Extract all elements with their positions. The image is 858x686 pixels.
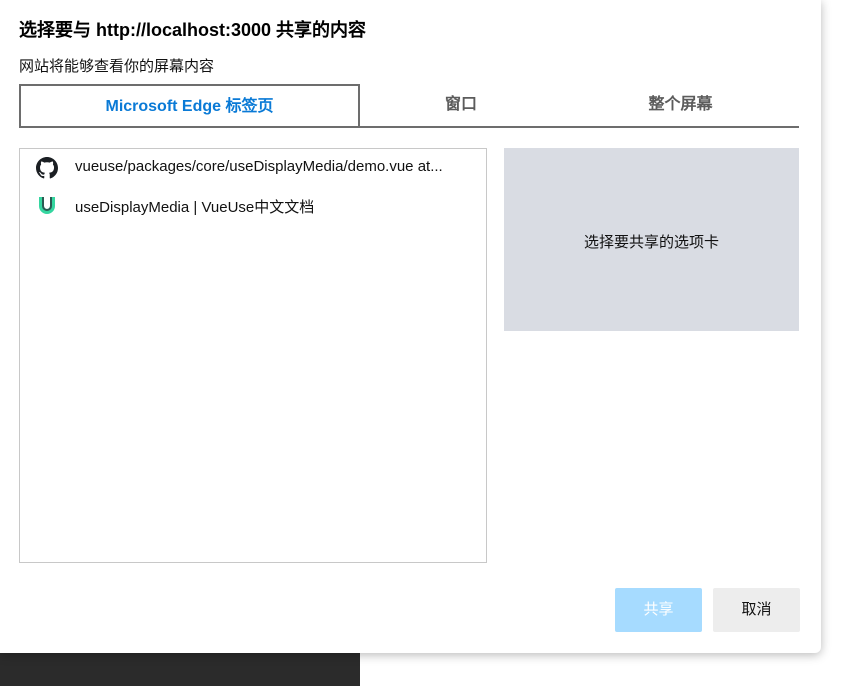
background-light-panel	[360, 652, 858, 686]
tab-edge-tabs[interactable]: Microsoft Edge 标签页	[19, 84, 360, 126]
tab-list: vueuse/packages/core/useDisplayMedia/dem…	[19, 148, 487, 563]
list-item-label: vueuse/packages/core/useDisplayMedia/dem…	[75, 158, 443, 175]
preview-placeholder: 选择要共享的选项卡	[583, 234, 719, 251]
preview-pane: 选择要共享的选项卡	[504, 148, 799, 331]
share-button[interactable]: 共享	[615, 588, 702, 632]
share-screen-dialog: 选择要与 http://localhost:3000 共享的内容 网站将能够查看…	[0, 0, 821, 653]
dialog-subtitle: 网站将能够查看你的屏幕内容	[19, 58, 215, 75]
source-tabs: Microsoft Edge 标签页 窗口 整个屏幕	[19, 84, 799, 128]
tab-entire-screen[interactable]: 整个屏幕	[562, 84, 799, 126]
tab-window[interactable]: 窗口	[360, 84, 562, 126]
dialog-title: 选择要与 http://localhost:3000 共享的内容	[19, 20, 367, 40]
github-icon	[36, 157, 58, 179]
background-dark-panel	[0, 652, 360, 686]
list-item-label: useDisplayMedia | VueUse中文文档	[75, 199, 315, 216]
list-item[interactable]: useDisplayMedia | VueUse中文文档	[20, 187, 486, 225]
cancel-button[interactable]: 取消	[713, 588, 800, 632]
vueuse-icon	[36, 195, 58, 217]
list-item[interactable]: vueuse/packages/core/useDisplayMedia/dem…	[20, 149, 486, 187]
